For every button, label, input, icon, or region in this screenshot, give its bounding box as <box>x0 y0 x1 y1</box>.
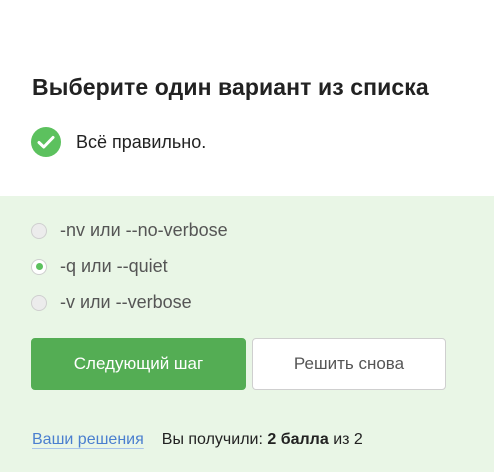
option-v[interactable]: -v или --verbose <box>31 292 192 313</box>
option-nv[interactable]: -nv или --no-verbose <box>31 220 228 241</box>
radio-button[interactable] <box>31 222 47 239</box>
question-title: Выберите один вариант из списка <box>32 74 429 100</box>
option-label: -nv или --no-verbose <box>60 220 228 240</box>
check-circle-icon <box>31 127 61 157</box>
radio-dot <box>35 263 43 270</box>
footer: Ваши решения Вы получили: 2 балла из 2 <box>32 431 363 449</box>
radio-button[interactable] <box>31 294 47 311</box>
score-suffix: из 2 <box>333 431 363 448</box>
next-step-button[interactable]: Следующий шаг <box>31 338 246 390</box>
option-q[interactable]: -q или --quiet <box>31 256 168 277</box>
result-status: Всё правильно. <box>31 127 206 157</box>
option-label: -v или --verbose <box>60 292 192 312</box>
question-header: Выберите один вариант из списка Всё прав… <box>0 0 494 196</box>
score-value: 2 балла <box>267 431 329 448</box>
radio-button-selected[interactable] <box>31 258 47 275</box>
score-text: Вы получили: 2 балла из 2 <box>162 431 363 449</box>
your-solutions-link[interactable]: Ваши решения <box>32 431 144 449</box>
status-text: Всё правильно. <box>76 131 207 152</box>
score-prefix: Вы получили: <box>161 431 263 448</box>
option-label: -q или --quiet <box>60 256 168 276</box>
retry-button[interactable]: Решить снова <box>252 338 446 390</box>
